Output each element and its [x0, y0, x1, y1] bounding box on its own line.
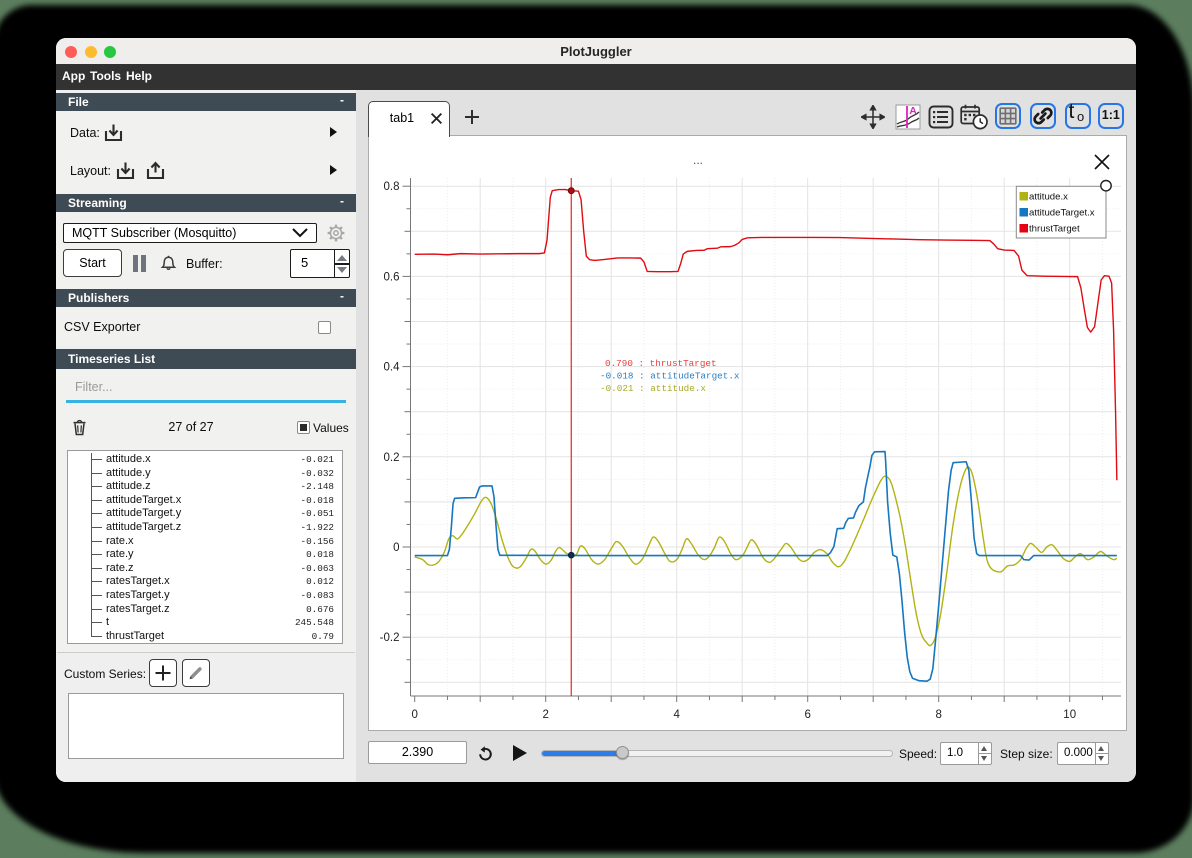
svg-text:0.4: 0.4	[384, 362, 401, 374]
svg-text:A: A	[909, 105, 917, 117]
svg-text:-0.2: -0.2	[380, 632, 400, 644]
svg-text:0.790 : thrustTarget: 0.790 : thrustTarget	[605, 358, 717, 369]
svg-text:4: 4	[673, 709, 680, 721]
svg-text:-0.021 : attitude.x: -0.021 : attitude.x	[600, 383, 706, 394]
svg-text:0.8: 0.8	[384, 181, 400, 193]
svg-text:...: ...	[693, 153, 703, 167]
svg-text:6: 6	[804, 709, 810, 721]
svg-text:0.2: 0.2	[384, 452, 400, 464]
svg-text:thrustTarget: thrustTarget	[1029, 224, 1080, 235]
svg-text:0: 0	[393, 542, 399, 554]
svg-text:0.6: 0.6	[384, 271, 400, 283]
svg-text:2: 2	[542, 709, 548, 721]
svg-text:0: 0	[411, 709, 417, 721]
svg-text:-0.018 : attitudeTarget.x: -0.018 : attitudeTarget.x	[600, 371, 740, 382]
svg-text:10: 10	[1063, 709, 1076, 721]
svg-text:attitudeTarget.x: attitudeTarget.x	[1029, 208, 1095, 219]
svg-text:8: 8	[935, 709, 941, 721]
svg-text:attitude.x: attitude.x	[1029, 192, 1068, 203]
